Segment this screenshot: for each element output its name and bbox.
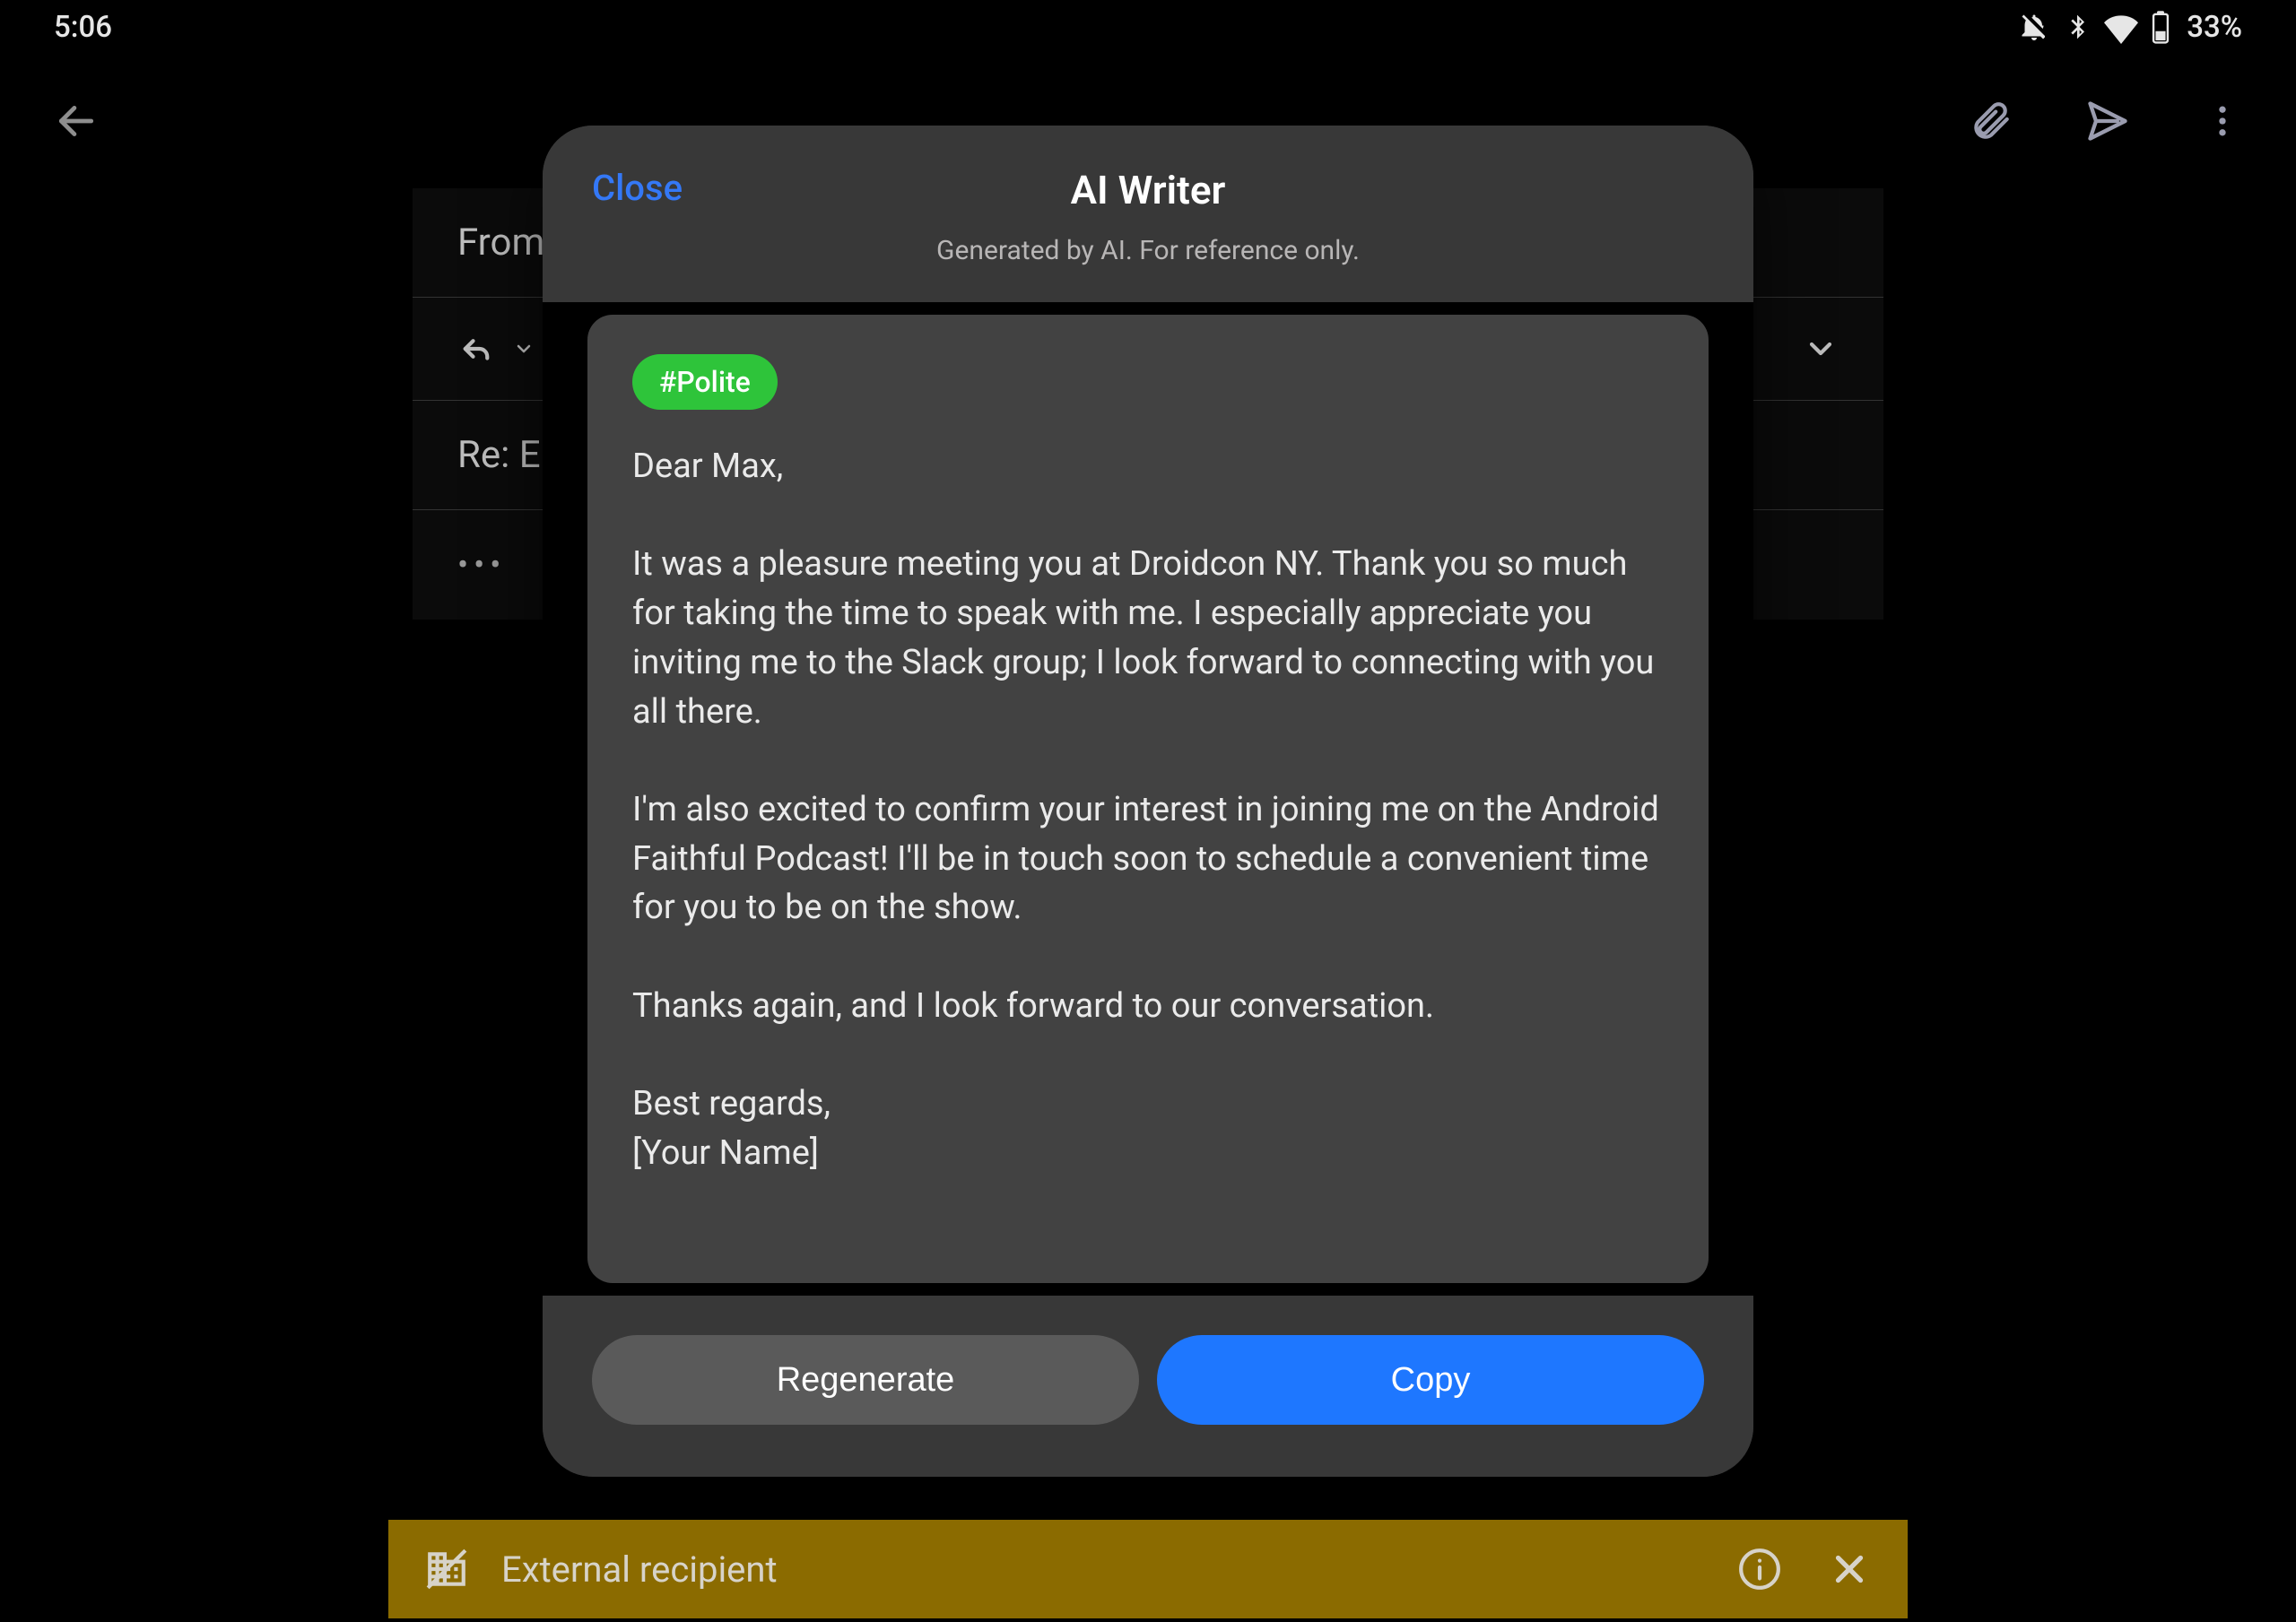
from-label: From — [457, 221, 544, 265]
expand-icon[interactable] — [1803, 331, 1839, 367]
copy-button[interactable]: Copy — [1157, 1335, 1704, 1425]
wifi-icon — [2104, 10, 2138, 44]
status-right: 33% — [2018, 10, 2242, 45]
send-icon[interactable] — [2084, 98, 2131, 144]
ai-content-card: #Polite Dear Max, It was a pleasure meet… — [587, 315, 1709, 1283]
modal-body: #Polite Dear Max, It was a pleasure meet… — [543, 302, 1753, 1296]
notification-off-icon — [2018, 11, 2050, 43]
tone-tag-badge: #Polite — [632, 354, 778, 410]
reply-dropdown-icon[interactable] — [513, 338, 535, 360]
domain-disabled-icon — [424, 1547, 469, 1592]
modal-footer: Regenerate Copy — [543, 1296, 1753, 1477]
ai-writer-modal: Close AI Writer Generated by AI. For ref… — [543, 126, 1753, 1477]
close-icon[interactable] — [1827, 1547, 1872, 1592]
status-icons — [2018, 10, 2170, 44]
status-bar: 5:06 33% — [0, 0, 2296, 54]
battery-percent: 33% — [2187, 10, 2242, 45]
back-arrow-icon[interactable] — [54, 99, 99, 143]
attach-icon[interactable] — [1968, 99, 2013, 143]
modal-title: AI Writer — [592, 167, 1704, 213]
modal-subtitle: Generated by AI. For reference only. — [592, 235, 1704, 266]
status-time: 5:06 — [54, 10, 112, 45]
regenerate-button[interactable]: Regenerate — [592, 1335, 1139, 1425]
external-recipient-banner: External recipient — [388, 1520, 1908, 1618]
reply-icon — [457, 330, 495, 368]
banner-text: External recipient — [501, 1548, 778, 1591]
close-button[interactable]: Close — [592, 167, 683, 209]
info-icon[interactable] — [1737, 1547, 1782, 1592]
subject-text: Re: E — [457, 433, 541, 477]
ai-generated-text: Dear Max, It was a pleasure meeting you … — [632, 442, 1664, 1178]
more-vert-icon[interactable] — [2203, 101, 2242, 141]
modal-header: Close AI Writer Generated by AI. For ref… — [543, 126, 1753, 302]
battery-icon — [2151, 10, 2170, 44]
bluetooth-icon — [2063, 13, 2092, 41]
